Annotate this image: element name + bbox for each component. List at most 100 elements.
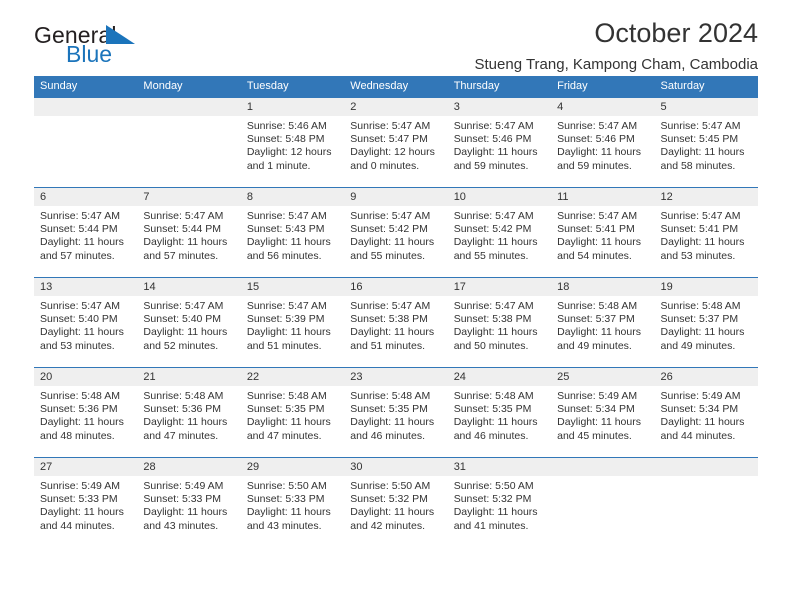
daylight-text-line1: Daylight: 11 hours xyxy=(40,236,124,249)
daylight-text-line1: Daylight: 11 hours xyxy=(660,146,745,159)
sunrise-text: Sunrise: 5:48 AM xyxy=(453,390,534,402)
daylight-text-line1: Daylight: 11 hours xyxy=(40,506,124,519)
daylight-text-line2: and 0 minutes. xyxy=(350,159,420,172)
daylight-text-line2: and 57 minutes. xyxy=(40,249,115,262)
daylight-text-line1: Daylight: 11 hours xyxy=(350,236,435,249)
day-details: Sunrise: 5:47 AM Sunset: 5:42 PM Dayligh… xyxy=(448,206,551,263)
day-details: Sunrise: 5:47 AM Sunset: 5:44 PM Dayligh… xyxy=(137,206,240,263)
day-details: Sunrise: 5:48 AM Sunset: 5:37 PM Dayligh… xyxy=(551,296,654,353)
sunrise-text: Sunrise: 5:50 AM xyxy=(246,480,327,492)
day-cell[interactable]: 29 Sunrise: 5:50 AM Sunset: 5:33 PM Dayl… xyxy=(240,458,345,547)
day-details: Sunrise: 5:47 AM Sunset: 5:42 PM Dayligh… xyxy=(344,206,447,263)
daylight-text-line2: and 52 minutes. xyxy=(143,339,219,352)
weekday-header-thursday: Thursday xyxy=(453,80,500,92)
daylight-text-line2: and 45 minutes. xyxy=(557,429,632,442)
daylight-text-line1: Daylight: 11 hours xyxy=(40,416,124,429)
day-cell[interactable]: 27 Sunrise: 5:49 AM Sunset: 5:33 PM Dayl… xyxy=(34,458,138,547)
day-details: Sunrise: 5:50 AM Sunset: 5:33 PM Dayligh… xyxy=(241,476,344,533)
day-cell[interactable]: 3 Sunrise: 5:47 AM Sunset: 5:46 PM Dayli… xyxy=(447,98,552,187)
day-cell[interactable]: 6 Sunrise: 5:47 AM Sunset: 5:44 PM Dayli… xyxy=(34,188,138,277)
sunset-text: Sunset: 5:33 PM xyxy=(246,493,325,506)
sunset-text: Sunset: 5:42 PM xyxy=(350,223,428,236)
day-cell[interactable]: 11 Sunrise: 5:47 AM Sunset: 5:41 PM Dayl… xyxy=(551,188,655,277)
day-cell[interactable]: 24 Sunrise: 5:48 AM Sunset: 5:35 PM Dayl… xyxy=(447,368,552,457)
weekday-header-tuesday: Tuesday xyxy=(246,80,289,92)
day-cell[interactable]: 7 Sunrise: 5:47 AM Sunset: 5:44 PM Dayli… xyxy=(137,188,241,277)
day-details: Sunrise: 5:49 AM Sunset: 5:34 PM Dayligh… xyxy=(655,386,758,443)
day-number: 18 xyxy=(551,278,655,296)
day-cell[interactable]: 25 Sunrise: 5:49 AM Sunset: 5:34 PM Dayl… xyxy=(551,368,655,457)
day-cell[interactable]: 21 Sunrise: 5:48 AM Sunset: 5:36 PM Dayl… xyxy=(137,368,241,457)
sunset-text: Sunset: 5:33 PM xyxy=(143,493,222,506)
sunset-text: Sunset: 5:39 PM xyxy=(246,313,325,326)
sunset-text: Sunset: 5:44 PM xyxy=(143,223,222,236)
day-cell xyxy=(137,98,241,187)
daylight-text-line1: Daylight: 11 hours xyxy=(557,236,641,249)
sunset-text: Sunset: 5:45 PM xyxy=(660,133,739,146)
day-cell[interactable]: 2 Sunrise: 5:47 AM Sunset: 5:47 PM Dayli… xyxy=(344,98,448,187)
sunrise-text: Sunrise: 5:48 AM xyxy=(557,300,638,312)
daylight-text-line2: and 51 minutes. xyxy=(350,339,425,352)
day-cell[interactable]: 5 Sunrise: 5:47 AM Sunset: 5:45 PM Dayli… xyxy=(654,98,758,187)
day-number: 10 xyxy=(447,188,552,206)
calendar-grid: Sunday Monday Tuesday Wednesday Thursday… xyxy=(34,76,758,547)
sunrise-text: Sunrise: 5:47 AM xyxy=(557,210,638,222)
daylight-text-line1: Daylight: 12 hours xyxy=(246,146,332,159)
brand-name-blue: Blue xyxy=(66,41,113,67)
daylight-text-line2: and 59 minutes. xyxy=(453,159,529,172)
day-cell[interactable]: 20 Sunrise: 5:48 AM Sunset: 5:36 PM Dayl… xyxy=(34,368,138,457)
day-details: Sunrise: 5:47 AM Sunset: 5:39 PM Dayligh… xyxy=(241,296,344,353)
day-cell[interactable]: 9 Sunrise: 5:47 AM Sunset: 5:42 PM Dayli… xyxy=(344,188,448,277)
day-cell[interactable]: 16 Sunrise: 5:47 AM Sunset: 5:38 PM Dayl… xyxy=(344,278,448,367)
sunrise-text: Sunrise: 5:47 AM xyxy=(246,210,327,222)
day-number: 6 xyxy=(34,188,138,206)
weekday-header-sunday: Sunday xyxy=(40,80,78,92)
daylight-text-line2: and 47 minutes. xyxy=(246,429,322,442)
daylight-text-line1: Daylight: 11 hours xyxy=(557,146,641,159)
day-cell[interactable]: 17 Sunrise: 5:47 AM Sunset: 5:38 PM Dayl… xyxy=(447,278,552,367)
day-cell[interactable]: 8 Sunrise: 5:47 AM Sunset: 5:43 PM Dayli… xyxy=(240,188,345,277)
day-cell[interactable]: 12 Sunrise: 5:47 AM Sunset: 5:41 PM Dayl… xyxy=(654,188,758,277)
day-details: Sunrise: 5:48 AM Sunset: 5:35 PM Dayligh… xyxy=(448,386,551,443)
sunrise-text: Sunrise: 5:47 AM xyxy=(246,300,327,312)
daylight-text-line2: and 58 minutes. xyxy=(660,159,736,172)
daylight-text-line1: Daylight: 11 hours xyxy=(660,416,745,429)
day-cell[interactable]: 30 Sunrise: 5:50 AM Sunset: 5:32 PM Dayl… xyxy=(344,458,448,547)
sunset-text: Sunset: 5:42 PM xyxy=(453,223,532,236)
daylight-text-line2: and 53 minutes. xyxy=(660,249,736,262)
daylight-text-line2: and 50 minutes. xyxy=(453,339,529,352)
location-subtitle: Stueng Trang, Kampong Cham, Cambodia xyxy=(474,56,759,74)
day-number: 26 xyxy=(654,368,758,386)
weekday-header-friday: Friday xyxy=(557,80,588,92)
day-cell[interactable]: 31 Sunrise: 5:50 AM Sunset: 5:32 PM Dayl… xyxy=(447,458,552,547)
day-number xyxy=(137,98,241,116)
day-number: 25 xyxy=(551,368,655,386)
day-number: 2 xyxy=(344,98,448,116)
sunset-text: Sunset: 5:47 PM xyxy=(350,133,428,146)
brand-logo[interactable]: General Blue xyxy=(34,24,234,76)
day-cell[interactable]: 4 Sunrise: 5:47 AM Sunset: 5:46 PM Dayli… xyxy=(551,98,655,187)
day-cell[interactable]: 26 Sunrise: 5:49 AM Sunset: 5:34 PM Dayl… xyxy=(654,368,758,457)
day-cell[interactable]: 28 Sunrise: 5:49 AM Sunset: 5:33 PM Dayl… xyxy=(137,458,241,547)
day-cell[interactable]: 1 Sunrise: 5:46 AM Sunset: 5:48 PM Dayli… xyxy=(240,98,345,187)
daylight-text-line1: Daylight: 11 hours xyxy=(660,236,745,249)
day-cell[interactable]: 22 Sunrise: 5:48 AM Sunset: 5:35 PM Dayl… xyxy=(240,368,345,457)
day-cell[interactable]: 13 Sunrise: 5:47 AM Sunset: 5:40 PM Dayl… xyxy=(34,278,138,367)
sunset-text: Sunset: 5:34 PM xyxy=(660,403,739,416)
day-cell[interactable]: 15 Sunrise: 5:47 AM Sunset: 5:39 PM Dayl… xyxy=(240,278,345,367)
day-cell[interactable]: 10 Sunrise: 5:47 AM Sunset: 5:42 PM Dayl… xyxy=(447,188,552,277)
daylight-text-line1: Daylight: 11 hours xyxy=(350,416,435,429)
day-cell[interactable]: 18 Sunrise: 5:48 AM Sunset: 5:37 PM Dayl… xyxy=(551,278,655,367)
sunset-text: Sunset: 5:44 PM xyxy=(40,223,118,236)
day-cell[interactable]: 19 Sunrise: 5:48 AM Sunset: 5:37 PM Dayl… xyxy=(654,278,758,367)
page-header: General Blue October 2024 Stueng Trang, … xyxy=(34,0,759,73)
day-cell xyxy=(654,458,758,547)
day-cell[interactable]: 14 Sunrise: 5:47 AM Sunset: 5:40 PM Dayl… xyxy=(137,278,241,367)
title-block: October 2024 Stueng Trang, Kampong Cham,… xyxy=(475,18,759,73)
day-details: Sunrise: 5:50 AM Sunset: 5:32 PM Dayligh… xyxy=(448,476,551,533)
sunset-text: Sunset: 5:41 PM xyxy=(660,223,739,236)
day-cell[interactable]: 23 Sunrise: 5:48 AM Sunset: 5:35 PM Dayl… xyxy=(344,368,448,457)
day-details: Sunrise: 5:47 AM Sunset: 5:41 PM Dayligh… xyxy=(551,206,654,263)
day-number: 16 xyxy=(344,278,448,296)
sunset-text: Sunset: 5:41 PM xyxy=(557,223,635,236)
